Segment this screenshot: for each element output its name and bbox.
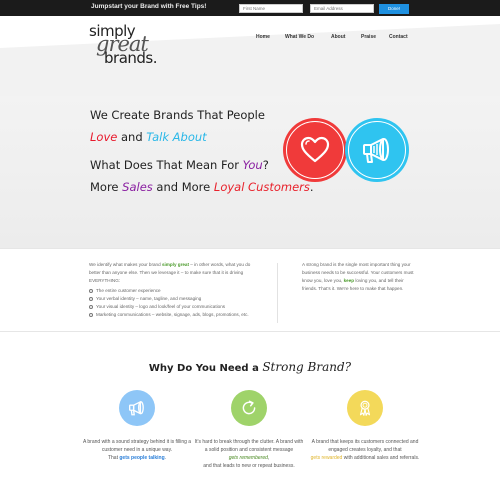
list-item: Marketing communications – website, sign… (89, 311, 259, 319)
feature-rewarded: A brand that keeps its customers connect… (310, 390, 420, 462)
highlight-gets-people-talking: gets people talking (119, 455, 165, 461)
nav-contact[interactable]: Contact (389, 34, 408, 40)
services-list: The entire customer experience Your verb… (89, 287, 259, 319)
logo-line-brands: brands. (104, 49, 158, 67)
hero-word-love: Love (90, 130, 118, 144)
why-heading-script: Strong Brand? (262, 360, 352, 374)
hero-line-4: More Sales and More Loyal Customers. (90, 180, 314, 194)
feature-talking: A brand with a sound strategy behind it … (82, 390, 192, 462)
hero-section: We Create Brands That People Love and Ta… (0, 96, 500, 248)
nav-about[interactable]: About (331, 34, 345, 40)
feature-text: It's hard to break through the clutter. … (194, 439, 304, 469)
award-ribbon-icon (359, 400, 371, 416)
highlight-keep: keep (343, 278, 355, 283)
nav-praise[interactable]: Praise (361, 34, 376, 40)
hero-line-2: Love and Talk About (90, 130, 207, 144)
list-item: Your visual identity – logo and look/fee… (89, 303, 259, 311)
hero-word-talk-about: Talk About (146, 130, 207, 144)
list-item: Your verbal identity – name, tagline, an… (89, 295, 259, 303)
hero-word-sales: Sales (122, 180, 153, 194)
circle-bullet-icon (89, 289, 93, 293)
highlight-gets-remembered: gets remembered (228, 455, 268, 461)
feature-icon-circle (119, 390, 155, 426)
services-intro: We identify what makes your brand simply… (89, 262, 251, 283)
newsletter-tagline: Jumpstart your Brand with Free Tips! (91, 3, 207, 10)
column-divider (277, 263, 278, 323)
list-item: The entire customer experience (89, 287, 259, 295)
mission-column: A strong brand is the single most import… (302, 261, 414, 293)
feature-text: A brand that keeps its customers connect… (310, 439, 420, 461)
feature-icon-circle (347, 390, 383, 426)
newsletter-bar: Jumpstart your Brand with Free Tips! Don… (0, 0, 500, 16)
heart-icon (300, 136, 330, 163)
newsletter-submit-button[interactable]: Done! (379, 4, 409, 14)
site-logo[interactable]: simply great brands. (89, 22, 169, 68)
feature-icon-circle (231, 390, 267, 426)
circle-bullet-icon (89, 305, 93, 309)
first-name-input[interactable] (239, 4, 303, 13)
hero-line-1: We Create Brands That People (90, 108, 265, 122)
refresh-icon (242, 400, 256, 415)
hero-word-loyal-customers: Loyal Customers (213, 180, 310, 194)
email-input[interactable] (310, 4, 374, 13)
feature-text: A brand with a sound strategy behind it … (82, 439, 192, 461)
megaphone-icon (129, 401, 144, 416)
hero-line-3: What Does That Mean For You? (90, 158, 269, 172)
highlight-gets-rewarded: gets rewarded (310, 455, 343, 461)
hero-word-you: You (242, 158, 263, 172)
highlight-simply-great: simply great (161, 262, 190, 267)
services-band: We identify what makes your brand simply… (0, 248, 500, 332)
mission-text: A strong brand is the single most import… (302, 262, 414, 291)
heart-badge (283, 118, 347, 182)
megaphone-badge (345, 118, 409, 182)
why-heading: Why Do You Need a Strong Brand? (148, 360, 352, 374)
circle-bullet-icon (89, 313, 93, 317)
nav-what-we-do[interactable]: What We Do (285, 34, 314, 40)
services-column: We identify what makes your brand simply… (89, 261, 259, 319)
nav-home[interactable]: Home (256, 34, 270, 40)
site-header: simply great brands. Home What We Do Abo… (0, 16, 500, 96)
circle-bullet-icon (89, 297, 93, 301)
feature-remembered: It's hard to break through the clutter. … (194, 390, 304, 470)
megaphone-icon (363, 138, 389, 163)
